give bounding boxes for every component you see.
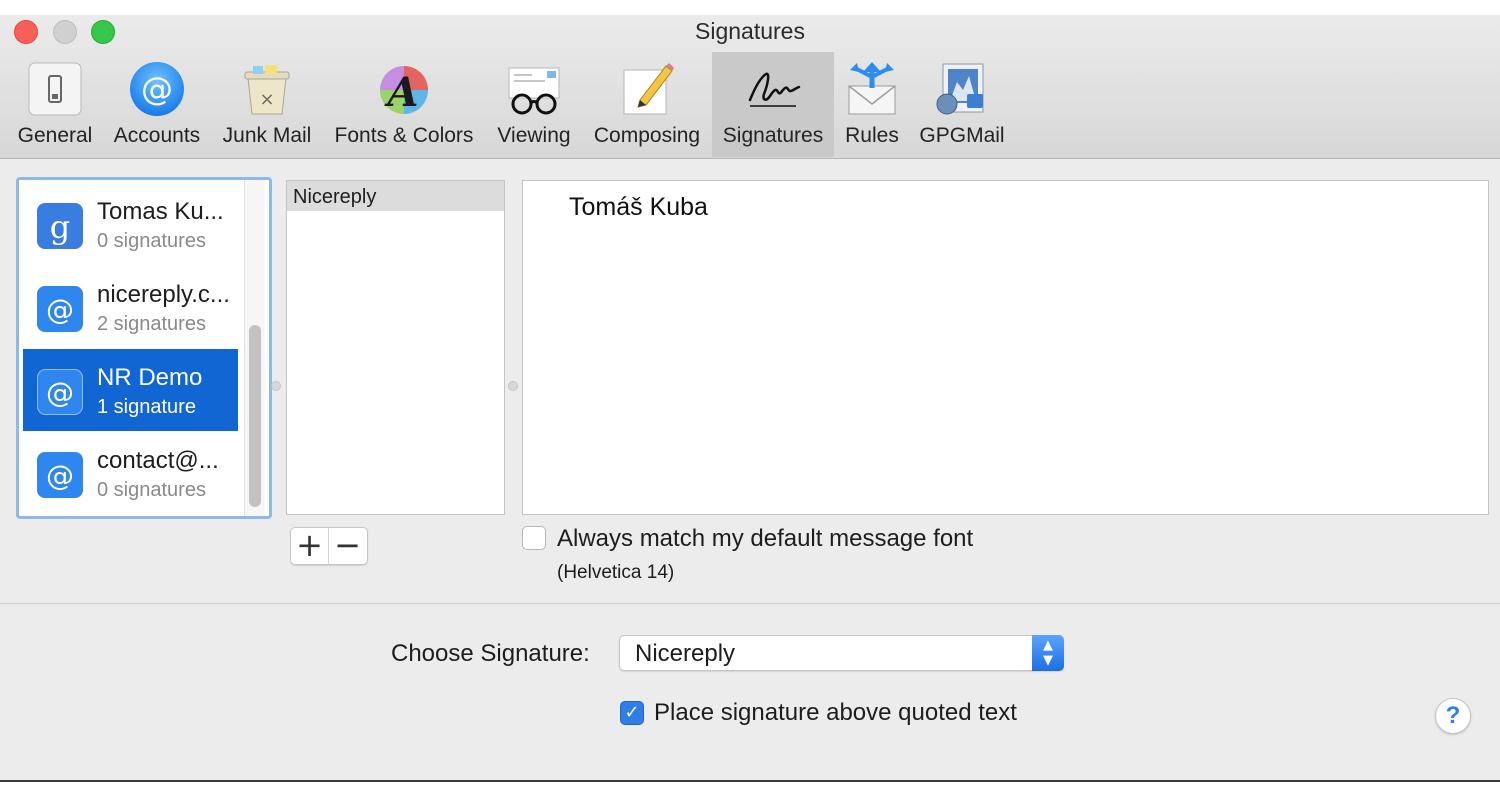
toolbar-accounts-label: Accounts [113, 124, 201, 147]
account-name: NR Demo [97, 364, 203, 391]
toolbar-composing[interactable]: Composing [586, 52, 708, 157]
accounts-scrollbar[interactable] [244, 180, 265, 516]
toolbar-composing-label: Composing [593, 124, 701, 147]
toolbar-general-label: General [17, 124, 93, 147]
default-font-note: (Helvetica 14) [557, 562, 675, 583]
toolbar-fonts-colors[interactable]: A Fonts & Colors [326, 52, 482, 157]
match-font-checkbox[interactable] [522, 526, 546, 550]
account-name: Tomas Ku... [97, 198, 224, 225]
gpgmail-icon [933, 60, 991, 118]
trash-bin-icon: × [238, 60, 296, 118]
font-palette-icon: A [375, 60, 433, 118]
toolbar-gpgmail-label: GPGMail [919, 124, 1005, 147]
title-bar: Signatures General @ Accounts × Junk Mai… [0, 15, 1500, 159]
place-above-checkbox[interactable]: ✓ [620, 701, 644, 725]
pencil-paper-icon [618, 60, 676, 118]
svg-text:×: × [259, 89, 274, 110]
account-signature-count: 1 signature [97, 396, 196, 418]
svg-text:g: g [50, 208, 70, 246]
toolbar-accounts[interactable]: @ Accounts [106, 52, 208, 157]
general-switch-icon [26, 60, 84, 118]
svg-text:@: @ [141, 70, 173, 108]
google-icon: g [37, 203, 83, 249]
signature-item[interactable]: Nicereply [287, 181, 504, 211]
preferences-window: Signatures General @ Accounts × Junk Mai… [0, 15, 1500, 782]
match-font-label[interactable]: Always match my default message font [557, 525, 973, 553]
at-sign-icon: @ [37, 286, 83, 332]
split-handle[interactable] [271, 381, 281, 391]
remove-signature-button[interactable]: − [329, 528, 366, 564]
window-title: Signatures [695, 18, 805, 44]
signature-editor[interactable]: Tomáš Kuba [522, 180, 1489, 515]
at-sign-icon: @ [37, 369, 83, 415]
toolbar-rules[interactable]: Rules [840, 52, 904, 157]
accounts-list[interactable]: g Tomas Ku... 0 signatures @ nicereply.c… [16, 177, 272, 519]
rules-envelope-icon [843, 60, 901, 118]
add-signature-button[interactable]: + [291, 528, 329, 564]
toolbar-signatures[interactable]: Signatures [712, 52, 834, 157]
svg-text:@: @ [46, 376, 74, 409]
selected-signature: Nicereply [635, 640, 736, 667]
svg-text:@: @ [46, 459, 74, 492]
account-item[interactable]: @ nicereply.c... 2 signatures [23, 266, 238, 348]
account-signature-count: 0 signatures [97, 479, 206, 501]
help-button[interactable]: ? [1435, 698, 1471, 734]
at-sign-icon: @ [37, 452, 83, 498]
signature-icon [744, 60, 802, 118]
svg-text:@: @ [46, 293, 74, 326]
scrollbar-thumb[interactable] [249, 325, 261, 507]
toolbar-rules-label: Rules [845, 124, 899, 147]
divider [0, 603, 1500, 604]
account-signature-count: 0 signatures [97, 230, 206, 252]
split-handle[interactable] [508, 381, 518, 391]
toolbar-viewing-label: Viewing [497, 124, 571, 147]
at-sign-icon: @ [128, 60, 186, 118]
choose-signature-label: Choose Signature: [391, 640, 590, 667]
toolbar-junk-mail[interactable]: × Junk Mail [216, 52, 318, 157]
add-remove-buttons: + − [290, 527, 368, 565]
toolbar-junk-mail-label: Junk Mail [222, 124, 312, 147]
choose-signature-select[interactable]: Nicereply ▲ ▼ [619, 635, 1064, 671]
account-name: contact@... [97, 447, 219, 474]
toolbar-gpgmail[interactable]: GPGMail [914, 52, 1010, 157]
signature-list[interactable]: Nicereply [286, 180, 505, 515]
glasses-icon [505, 60, 563, 118]
toolbar-signatures-label: Signatures [722, 124, 824, 147]
account-item-selected[interactable]: @ NR Demo 1 signature [23, 349, 238, 431]
account-name: nicereply.c... [97, 281, 230, 308]
signature-text[interactable]: Tomáš Kuba [569, 193, 708, 222]
toolbar-viewing[interactable]: Viewing [490, 52, 578, 157]
toolbar-general[interactable]: General [12, 52, 98, 157]
account-signature-count: 2 signatures [97, 313, 206, 335]
svg-text:A: A [383, 69, 418, 116]
account-item[interactable]: @ contact@... 0 signatures [23, 432, 238, 514]
account-item[interactable]: g Tomas Ku... 0 signatures [23, 183, 238, 265]
chevron-updown-icon: ▲ ▼ [1032, 635, 1064, 671]
toolbar-fonts-colors-label: Fonts & Colors [334, 124, 474, 147]
place-above-label[interactable]: Place signature above quoted text [654, 699, 1017, 727]
